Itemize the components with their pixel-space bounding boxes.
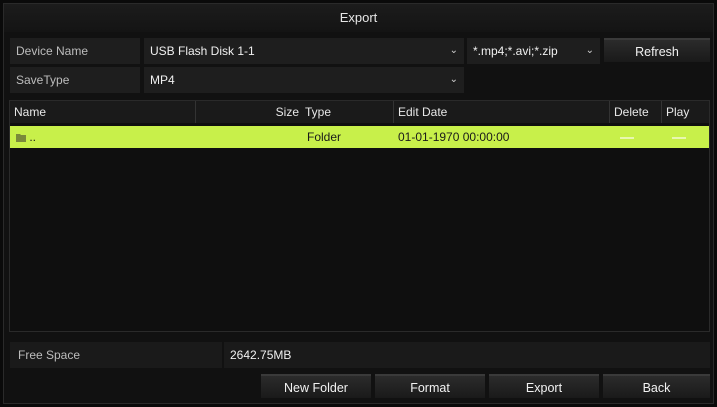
row-edit-date: 01-01-1970 00:00:00 bbox=[398, 130, 510, 144]
chevron-down-icon: ⌄ bbox=[585, 45, 594, 56]
row-type: Folder bbox=[307, 130, 342, 144]
savetype-select[interactable]: MP4 ⌄ bbox=[144, 67, 464, 93]
file-filter-select[interactable]: *.mp4;*.avi;*.zip ⌄ bbox=[467, 38, 600, 64]
column-header-play: Play bbox=[661, 101, 709, 123]
savetype-value: MP4 bbox=[150, 73, 175, 87]
column-header-size[interactable]: Size bbox=[195, 101, 303, 123]
format-button[interactable]: Format bbox=[375, 374, 485, 398]
table-header: Name Size Type Edit Date Delete Play bbox=[10, 101, 709, 123]
device-name-label: Device Name bbox=[10, 38, 140, 64]
export-button[interactable]: Export bbox=[489, 374, 599, 398]
play-disabled-icon bbox=[672, 126, 702, 148]
file-table: Name Size Type Edit Date Delete Play .. … bbox=[9, 100, 710, 332]
savetype-label: SaveType bbox=[10, 67, 140, 93]
folder-icon bbox=[16, 134, 26, 143]
file-filter-value: *.mp4;*.avi;*.zip bbox=[473, 44, 558, 58]
table-row[interactable]: .. Folder 01-01-1970 00:00:00 bbox=[10, 126, 709, 148]
device-name-value: USB Flash Disk 1-1 bbox=[150, 44, 255, 58]
column-header-type[interactable]: Type bbox=[305, 101, 393, 123]
back-button[interactable]: Back bbox=[603, 374, 710, 398]
column-header-delete: Delete bbox=[609, 101, 661, 123]
device-name-select[interactable]: USB Flash Disk 1-1 ⌄ bbox=[144, 38, 464, 64]
new-folder-button[interactable]: New Folder bbox=[261, 374, 371, 398]
free-space-label: Free Space bbox=[10, 342, 222, 368]
delete-disabled-icon bbox=[620, 126, 650, 148]
free-space-value: 2642.75MB bbox=[224, 342, 710, 368]
dialog-title: Export bbox=[4, 4, 713, 32]
chevron-down-icon: ⌄ bbox=[449, 45, 458, 56]
column-header-name[interactable]: Name bbox=[14, 101, 194, 123]
export-dialog: Export Device Name USB Flash Disk 1-1 ⌄ … bbox=[3, 3, 714, 404]
column-header-edit-date[interactable]: Edit Date bbox=[393, 101, 609, 123]
chevron-down-icon: ⌄ bbox=[449, 74, 458, 85]
row-name-cell: .. bbox=[16, 126, 196, 148]
row-name: .. bbox=[29, 130, 37, 144]
refresh-button[interactable]: Refresh bbox=[604, 38, 710, 62]
